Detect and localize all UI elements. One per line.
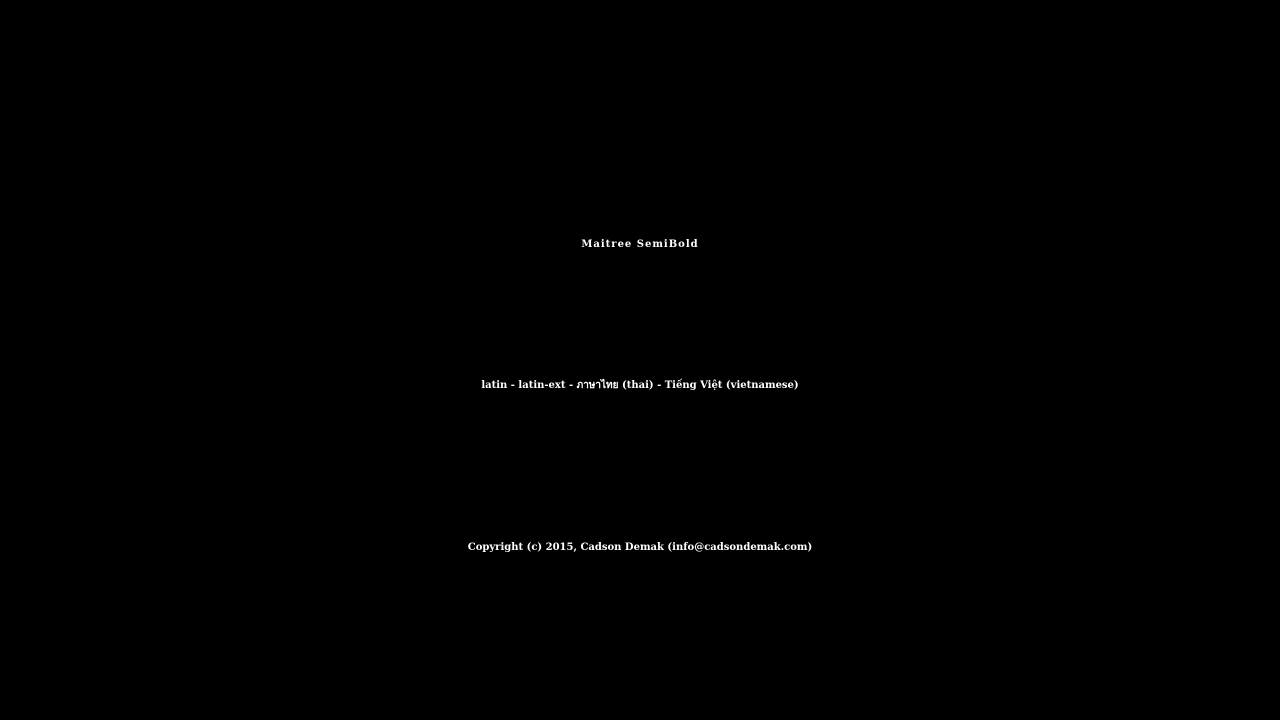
supported-subsets-line: latin - latin-ext - ภาษาไทย (thai) - Tiế… bbox=[481, 380, 799, 391]
font-name-title: Maitree SemiBold bbox=[581, 239, 699, 250]
font-specimen-card: Maitree SemiBold latin - latin-ext - ภาษ… bbox=[0, 0, 1280, 720]
copyright-notice: Copyright (c) 2015, Cadson Demak (info@c… bbox=[467, 542, 813, 553]
